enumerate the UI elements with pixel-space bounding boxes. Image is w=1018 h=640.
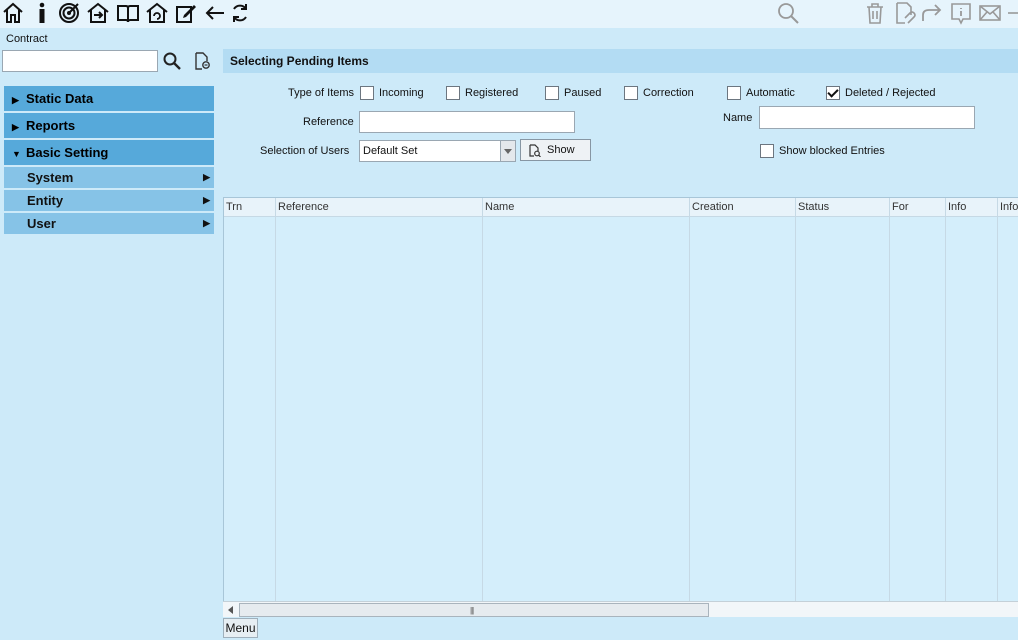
column-header-info[interactable]: Info: [946, 198, 998, 216]
refresh-icon[interactable]: [228, 1, 252, 25]
incoming-label: Incoming: [379, 87, 424, 99]
deleted-rejected-checkbox[interactable]: [826, 86, 840, 100]
trash-icon[interactable]: [863, 1, 887, 25]
reference-label: Reference: [303, 116, 354, 128]
edit-icon[interactable]: [174, 1, 198, 25]
sidebar-nav: ▶ Static Data ▶ Reports ▼ Basic Setting Sys…: [4, 86, 214, 236]
selection-of-users-select[interactable]: Default Set: [359, 140, 516, 162]
mail-icon[interactable]: [978, 1, 1002, 25]
top-toolbar: [0, 0, 1018, 28]
info-icon[interactable]: [30, 1, 54, 25]
registered-label: Registered: [465, 87, 519, 99]
name-label: Name: [723, 112, 753, 124]
column-divider: [945, 216, 946, 603]
caret-right-icon: ▶: [12, 122, 19, 132]
sidebar-item-basic-setting[interactable]: ▼ Basic Setting: [4, 140, 214, 165]
incoming-checkbox[interactable]: [360, 86, 374, 100]
type-of-items-label: Type of Items: [288, 87, 355, 99]
menu-tab[interactable]: Menu: [223, 618, 258, 638]
column-divider: [275, 216, 276, 603]
submenu-arrow-icon: ▶: [203, 195, 210, 205]
contract-input[interactable]: [2, 50, 158, 72]
contract-label: Contract: [6, 33, 48, 45]
column-header-trn[interactable]: Trn: [224, 198, 276, 216]
correction-checkbox[interactable]: [624, 86, 638, 100]
home-icon[interactable]: [1, 1, 25, 25]
caret-right-icon: ▶: [12, 95, 19, 105]
registered-checkbox[interactable]: [446, 86, 460, 100]
column-header-name[interactable]: Name: [483, 198, 690, 216]
column-divider: [689, 216, 690, 603]
column-divider: [482, 216, 483, 603]
grip-icon: |||: [470, 606, 474, 615]
automatic-checkbox[interactable]: [727, 86, 741, 100]
sidebar-subitem-label: System: [27, 170, 74, 185]
house-exit-icon[interactable]: [86, 1, 110, 25]
reference-input[interactable]: [359, 111, 575, 133]
column-header-status[interactable]: Status: [796, 198, 890, 216]
correction-label: Correction: [643, 87, 694, 99]
sidebar-item-label: Basic Setting: [26, 145, 109, 160]
selection-of-users-label: Selection of Users: [260, 145, 350, 157]
paused-checkbox[interactable]: [545, 86, 559, 100]
name-input[interactable]: [759, 106, 975, 129]
info-speech-icon[interactable]: [949, 1, 973, 25]
submenu-arrow-icon: ▶: [203, 172, 210, 182]
column-divider: [997, 216, 998, 603]
search-icon[interactable]: [776, 1, 800, 25]
column-header-info-2[interactable]: Info: [998, 198, 1018, 216]
column-header-for[interactable]: For: [890, 198, 946, 216]
sidebar-subitem-label: User: [27, 216, 56, 231]
chevron-down-icon[interactable]: [500, 141, 515, 161]
sidebar-item-label: Reports: [26, 118, 76, 133]
scroll-left-icon[interactable]: [225, 604, 237, 615]
horizontal-scrollbar[interactable]: |||: [223, 601, 1018, 617]
sidebar-item-reports[interactable]: ▶ Reports: [4, 113, 214, 138]
page-title: Selecting Pending Items: [223, 49, 1018, 73]
contract-document-icon[interactable]: [193, 52, 211, 70]
submenu-arrow-icon: ▶: [203, 218, 210, 228]
column-divider: [795, 216, 796, 603]
pending-items-table: Trn Reference Name Creation Status For I…: [223, 197, 1018, 603]
sidebar-item-label: Static Data: [26, 91, 94, 106]
sidebar-subitem-system[interactable]: System ▶: [4, 167, 214, 188]
forward-icon[interactable]: [920, 1, 944, 25]
show-button[interactable]: Show: [520, 139, 591, 161]
contract-search-icon[interactable]: [162, 51, 182, 71]
sidebar-subitem-user[interactable]: User ▶: [4, 213, 214, 234]
back-arrow-icon[interactable]: [203, 1, 227, 25]
sidebar-subitem-entity[interactable]: Entity ▶: [4, 190, 214, 211]
show-document-icon: [529, 144, 541, 157]
attach-document-icon[interactable]: [893, 1, 917, 25]
show-blocked-checkbox[interactable]: [760, 144, 774, 158]
column-header-reference[interactable]: Reference: [276, 198, 483, 216]
selection-value: Default Set: [363, 145, 418, 157]
sidebar-subitem-label: Entity: [27, 193, 64, 208]
scrollbar-thumb[interactable]: |||: [239, 603, 709, 617]
minimize-icon[interactable]: [1006, 1, 1018, 25]
sidebar-item-static-data[interactable]: ▶ Static Data: [4, 86, 214, 111]
target-icon[interactable]: [57, 1, 81, 25]
automatic-label: Automatic: [746, 87, 795, 99]
caret-down-icon: ▼: [12, 149, 21, 159]
column-divider: [889, 216, 890, 603]
table-header: Trn Reference Name Creation Status For I…: [224, 198, 1018, 217]
paused-label: Paused: [564, 87, 602, 99]
house-refresh-icon[interactable]: [145, 1, 169, 25]
show-button-label: Show: [547, 144, 575, 156]
column-header-creation[interactable]: Creation: [690, 198, 796, 216]
show-blocked-label: Show blocked Entries: [779, 145, 885, 157]
book-icon[interactable]: [116, 1, 140, 25]
deleted-rejected-label: Deleted / Rejected: [845, 87, 936, 99]
